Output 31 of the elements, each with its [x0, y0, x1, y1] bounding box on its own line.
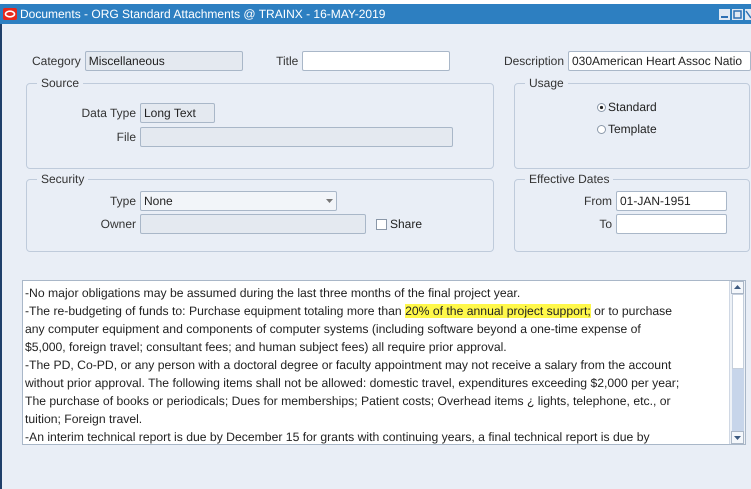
text-line: $5,000, foreign travel; consultant fees; and human subject fees) all require prior approval. [25, 339, 508, 356]
text-line: any computer equipment and components of computer systems (including software beyond a one-time expense of [25, 321, 642, 338]
group-legend: Effective Dates [525, 172, 614, 186]
text-line: without prior approval. The following items shall not be allowed: domestic travel, expenditures exceeding $2,000 per year; [25, 375, 680, 392]
text-line: The purchase of books or periodicals; Dues for memberships; Patient costs; Overhead items ¿ lights, telephone, etc., or [25, 393, 672, 410]
field-label: To [598, 217, 612, 231]
radio-option[interactable]: Standard [597, 100, 749, 114]
data-type-field[interactable]: Long Text [140, 103, 215, 123]
group-legend: Source [37, 76, 84, 90]
group-legend: Security [37, 172, 88, 186]
field-label: Description [504, 54, 564, 68]
window-title: Documents - ORG Standard Attachments @ TRAINX - 16-MAY-2019 [20, 7, 386, 21]
text-line: -The PD, Co-PD, or any person with a doctoral degree or faculty appointment may not receive a salary from the account [25, 357, 672, 374]
from-date-field[interactable]: 01-JAN-1951 [616, 191, 727, 211]
text-line: -No major obligations may be assumed during the last three months of the final project year. [25, 285, 522, 302]
field-label: File [116, 130, 136, 144]
text-line: -The re-budgeting of funds to: Purchase equipment totaling more than 20% of the annual project support; or to purchase [25, 303, 674, 320]
radio-option[interactable]: Template [597, 122, 749, 136]
description-field[interactable]: 030American Heart Assoc Natio [568, 51, 751, 71]
field-label: Type [108, 194, 136, 208]
share-checkbox[interactable]: Share [376, 217, 422, 231]
field-label: Title [276, 54, 298, 68]
field-label: Owner [100, 217, 136, 231]
text-line: -An interim technical report is due by December 15 for grants with continuing years, a final technical report is due by [25, 429, 651, 444]
group-legend: Usage [525, 76, 568, 90]
field-label: From [583, 194, 612, 208]
field-label: Category [32, 54, 81, 68]
field-label: Data Type [80, 106, 136, 120]
type-dropdown[interactable]: None [140, 191, 337, 211]
category-field[interactable]: Miscellaneous [84, 51, 244, 71]
text-line: tuition; Foreign travel. [25, 411, 144, 428]
